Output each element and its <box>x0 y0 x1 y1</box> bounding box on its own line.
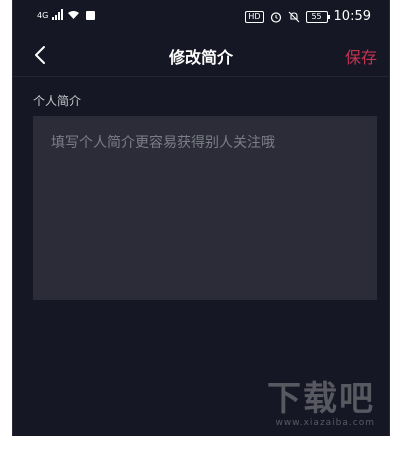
status-right: HD 55 10:59 <box>245 9 371 24</box>
battery-icon: 55 <box>305 10 330 23</box>
watermark-url: www.xiazaiba.com <box>275 418 375 428</box>
status-left: 4G <box>37 9 96 20</box>
mute-icon <box>288 11 299 22</box>
alarm-icon <box>270 11 281 23</box>
notification-icon <box>86 11 96 20</box>
watermark: 下载吧 www.xiazaiba.com <box>267 380 375 428</box>
bio-input[interactable] <box>33 116 377 300</box>
signal-icon <box>52 9 64 20</box>
watermark-logo: 下载吧 <box>267 379 375 419</box>
status-time: 10:59 <box>333 9 371 24</box>
network-type: 4G <box>37 11 49 20</box>
save-button[interactable]: 保存 <box>345 44 377 68</box>
hd-icon: HD <box>245 10 264 23</box>
status-bar: 4G HD 55 10:59 <box>13 0 389 34</box>
nav-bar: 修改简介 保存 <box>13 34 389 77</box>
phone-screen: 4G HD 55 10:59 修改简介 保存 个人简介 填写个人简介更容易获得别… <box>12 0 390 436</box>
page-title: 修改简介 <box>168 48 233 67</box>
bio-section-label: 个人简介 <box>33 94 82 108</box>
wifi-icon <box>68 11 80 19</box>
